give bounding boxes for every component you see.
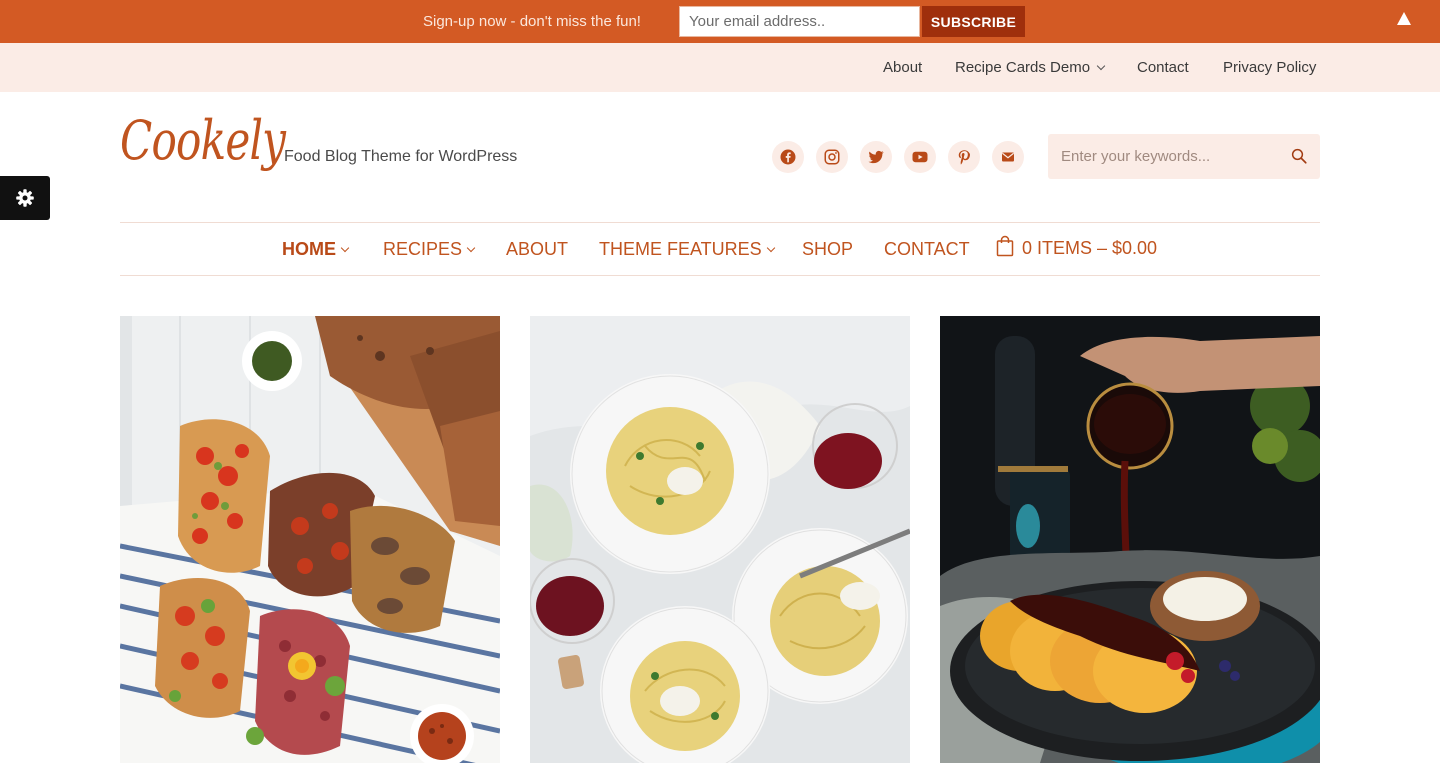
topnav-item-label: Privacy Policy (1223, 59, 1317, 76)
topnav-item-contact[interactable]: Contact (1137, 59, 1189, 76)
cart-link[interactable]: 0 ITEMS – $0.00 (996, 235, 1157, 262)
nav-item-home[interactable]: HOME (282, 239, 350, 260)
shopping-bag-icon (996, 235, 1014, 262)
nav-item-contact[interactable]: CONTACT (884, 239, 970, 260)
nav-item-recipes[interactable]: RECIPES (383, 239, 476, 260)
search-icon[interactable] (1288, 145, 1310, 167)
instagram-icon[interactable] (816, 141, 848, 173)
post-thumbnail-3[interactable] (940, 316, 1320, 763)
nav-item-theme-features[interactable]: THEME FEATURES (599, 239, 775, 260)
nav-item-about[interactable]: ABOUT (506, 239, 568, 260)
promo-bar: Sign-up now - don't miss the fun! SUBSCR… (0, 0, 1440, 43)
chevron-down-icon (340, 243, 350, 253)
site-logo[interactable]: Cookely (120, 114, 286, 168)
chevron-down-icon (466, 243, 476, 253)
nav-item-label: SHOP (802, 239, 854, 259)
post-thumbnail-1[interactable] (120, 316, 500, 763)
email-input[interactable] (679, 6, 920, 37)
gear-icon[interactable] (0, 176, 50, 220)
nav-item-label: ABOUT (506, 239, 569, 259)
nav-item-label: THEME FEATURES (599, 239, 762, 259)
secondary-nav: About Recipe Cards Demo Contact Privacy … (0, 43, 1440, 92)
nav-item-label: CONTACT (884, 239, 970, 259)
pinterest-icon[interactable] (948, 141, 980, 173)
site-tagline: Food Blog Theme for WordPress (284, 148, 518, 165)
pancakes-photo (940, 316, 1320, 763)
chevron-down-icon (766, 243, 775, 253)
facebook-icon[interactable] (772, 141, 804, 173)
bruschetta-photo (120, 316, 500, 763)
pasta-photo (530, 316, 910, 763)
topnav-item-label: Contact (1137, 59, 1189, 76)
main-nav: HOME RECIPES ABOUT THEME FEATURES SHOP C… (120, 222, 1320, 276)
search-input[interactable] (1048, 134, 1278, 179)
cart-summary: 0 ITEMS – $0.00 (1022, 238, 1158, 258)
search-box (1048, 134, 1320, 179)
topnav-item-label: Recipe Cards Demo (955, 59, 1091, 76)
nav-item-label: RECIPES (383, 239, 463, 259)
nav-item-label: HOME (282, 239, 336, 259)
chevron-down-icon (1096, 61, 1106, 70)
twitter-icon[interactable] (860, 141, 892, 173)
topnav-item-about[interactable]: About (883, 59, 922, 76)
topnav-item-label: About (883, 59, 923, 76)
subscribe-button[interactable]: SUBSCRIBE (922, 6, 1025, 37)
nav-item-shop[interactable]: SHOP (802, 239, 853, 260)
email-icon[interactable] (992, 141, 1024, 173)
promo-text: Sign-up now - don't miss the fun! (423, 13, 641, 30)
triangle-up-icon[interactable] (1394, 8, 1414, 28)
post-thumbnail-2[interactable] (530, 316, 910, 763)
topnav-item-privacy-policy[interactable]: Privacy Policy (1223, 59, 1316, 76)
youtube-icon[interactable] (904, 141, 936, 173)
topnav-item-recipe-cards-demo[interactable]: Recipe Cards Demo (955, 59, 1106, 76)
